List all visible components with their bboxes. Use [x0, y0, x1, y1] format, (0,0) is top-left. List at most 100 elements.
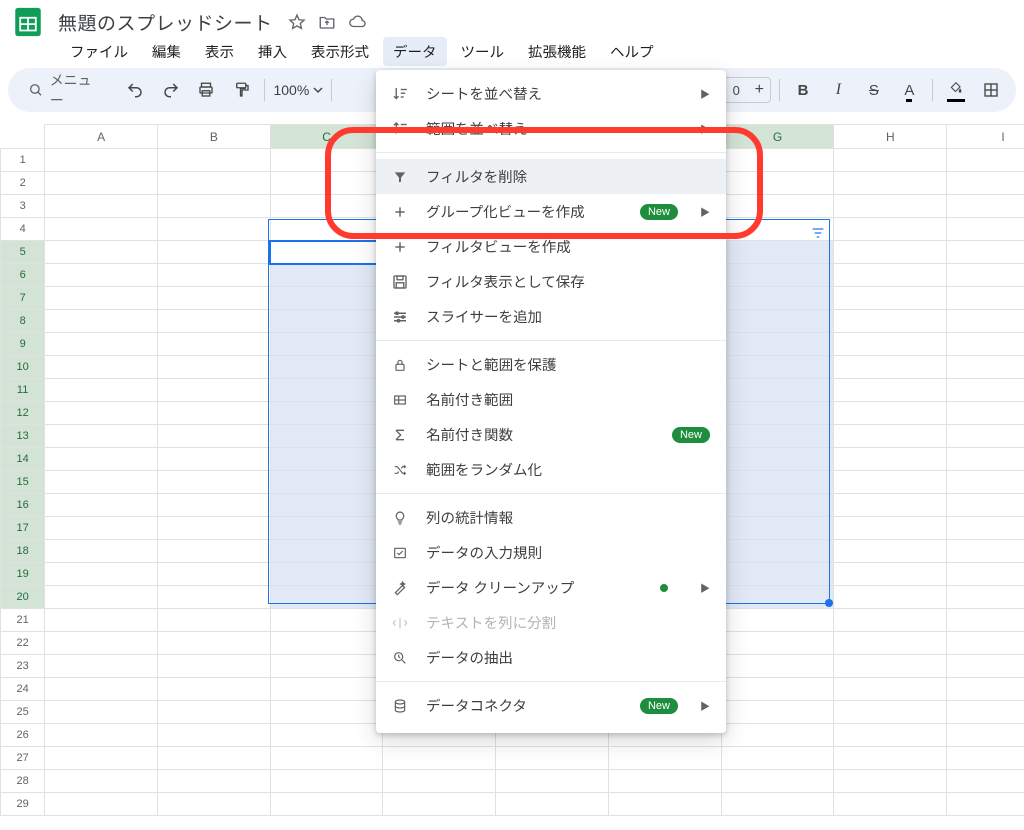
star-icon[interactable] — [287, 12, 307, 32]
cell[interactable] — [947, 747, 1024, 770]
cell[interactable] — [45, 632, 158, 655]
cell[interactable] — [158, 701, 271, 724]
cell[interactable] — [834, 264, 947, 287]
cell[interactable] — [496, 770, 609, 793]
cell[interactable] — [834, 678, 947, 701]
menu-sort-sheet[interactable]: シートを並べ替え ▶ — [376, 76, 726, 111]
cell[interactable] — [608, 770, 721, 793]
cell[interactable] — [721, 563, 834, 586]
cell[interactable] — [947, 655, 1024, 678]
cell[interactable] — [270, 655, 383, 678]
row-header[interactable]: 17 — [1, 517, 45, 540]
cell[interactable] — [834, 609, 947, 632]
cell[interactable] — [496, 793, 609, 816]
cell[interactable] — [947, 264, 1024, 287]
cell[interactable] — [158, 747, 271, 770]
cell[interactable] — [270, 471, 383, 494]
row-header[interactable]: 16 — [1, 494, 45, 517]
sheets-logo-icon[interactable] — [10, 4, 46, 40]
cell[interactable] — [270, 149, 383, 172]
cell[interactable] — [158, 655, 271, 678]
row-header[interactable]: 4 — [1, 218, 45, 241]
cell[interactable] — [721, 425, 834, 448]
row-header[interactable]: 8 — [1, 310, 45, 333]
cell[interactable] — [158, 195, 271, 218]
cell[interactable] — [383, 770, 496, 793]
cell[interactable] — [45, 356, 158, 379]
row-header[interactable]: 26 — [1, 724, 45, 747]
menu-data-validation[interactable]: データの入力規則 — [376, 535, 726, 570]
cell[interactable] — [45, 609, 158, 632]
paint-format-button[interactable] — [227, 75, 256, 105]
cell[interactable] — [721, 379, 834, 402]
cell[interactable] — [45, 471, 158, 494]
menu-help[interactable]: ヘルプ — [600, 37, 664, 66]
cell[interactable] — [947, 425, 1024, 448]
cell[interactable] — [158, 724, 271, 747]
menu-named-ranges[interactable]: 名前付き範囲 — [376, 382, 726, 417]
cell[interactable] — [270, 747, 383, 770]
row-header[interactable]: 21 — [1, 609, 45, 632]
cell[interactable] — [834, 517, 947, 540]
row-header[interactable]: 25 — [1, 701, 45, 724]
cell[interactable] — [947, 402, 1024, 425]
borders-button[interactable] — [977, 75, 1006, 105]
cell[interactable] — [721, 609, 834, 632]
undo-button[interactable] — [121, 75, 150, 105]
menu-format[interactable]: 表示形式 — [301, 37, 379, 66]
cell[interactable] — [270, 379, 383, 402]
cell[interactable] — [947, 149, 1024, 172]
column-header[interactable]: B — [158, 125, 271, 149]
row-header[interactable]: 10 — [1, 356, 45, 379]
cell[interactable] — [45, 149, 158, 172]
cell[interactable] — [721, 264, 834, 287]
cell[interactable] — [45, 793, 158, 816]
cell[interactable] — [270, 356, 383, 379]
menu-edit[interactable]: 編集 — [142, 37, 191, 66]
cell[interactable] — [947, 793, 1024, 816]
row-header[interactable]: 18 — [1, 540, 45, 563]
cell[interactable] — [45, 241, 158, 264]
column-header[interactable]: C — [270, 125, 383, 149]
bold-button[interactable]: B — [788, 75, 817, 105]
row-header[interactable]: 9 — [1, 333, 45, 356]
cell[interactable] — [45, 379, 158, 402]
cell[interactable] — [834, 747, 947, 770]
cell[interactable] — [158, 356, 271, 379]
cell[interactable] — [270, 701, 383, 724]
cell[interactable] — [947, 770, 1024, 793]
cell[interactable] — [947, 632, 1024, 655]
cell[interactable] — [45, 494, 158, 517]
row-header[interactable]: 14 — [1, 448, 45, 471]
cell[interactable] — [834, 540, 947, 563]
search-menus[interactable]: メニュー — [18, 66, 115, 114]
cell[interactable] — [721, 793, 834, 816]
cell[interactable] — [270, 448, 383, 471]
cell[interactable] — [270, 793, 383, 816]
cell[interactable] — [270, 724, 383, 747]
cell[interactable] — [45, 172, 158, 195]
print-button[interactable] — [192, 75, 221, 105]
row-header[interactable]: 20 — [1, 586, 45, 609]
cell[interactable] — [721, 632, 834, 655]
cell[interactable] — [947, 494, 1024, 517]
cell[interactable] — [721, 701, 834, 724]
document-title[interactable]: 無題のスプレッドシート — [58, 9, 273, 36]
cell[interactable] — [721, 356, 834, 379]
cell[interactable] — [721, 471, 834, 494]
cell[interactable] — [45, 264, 158, 287]
cell[interactable] — [270, 241, 383, 264]
cell[interactable] — [45, 333, 158, 356]
cell[interactable] — [158, 402, 271, 425]
cell[interactable] — [45, 218, 158, 241]
cell[interactable] — [158, 149, 271, 172]
cell[interactable] — [270, 264, 383, 287]
cell[interactable] — [45, 287, 158, 310]
cell[interactable] — [947, 195, 1024, 218]
cell[interactable] — [158, 793, 271, 816]
cell[interactable] — [270, 195, 383, 218]
cell[interactable] — [721, 678, 834, 701]
row-header[interactable]: 5 — [1, 241, 45, 264]
cell[interactable] — [834, 333, 947, 356]
cell[interactable] — [834, 793, 947, 816]
